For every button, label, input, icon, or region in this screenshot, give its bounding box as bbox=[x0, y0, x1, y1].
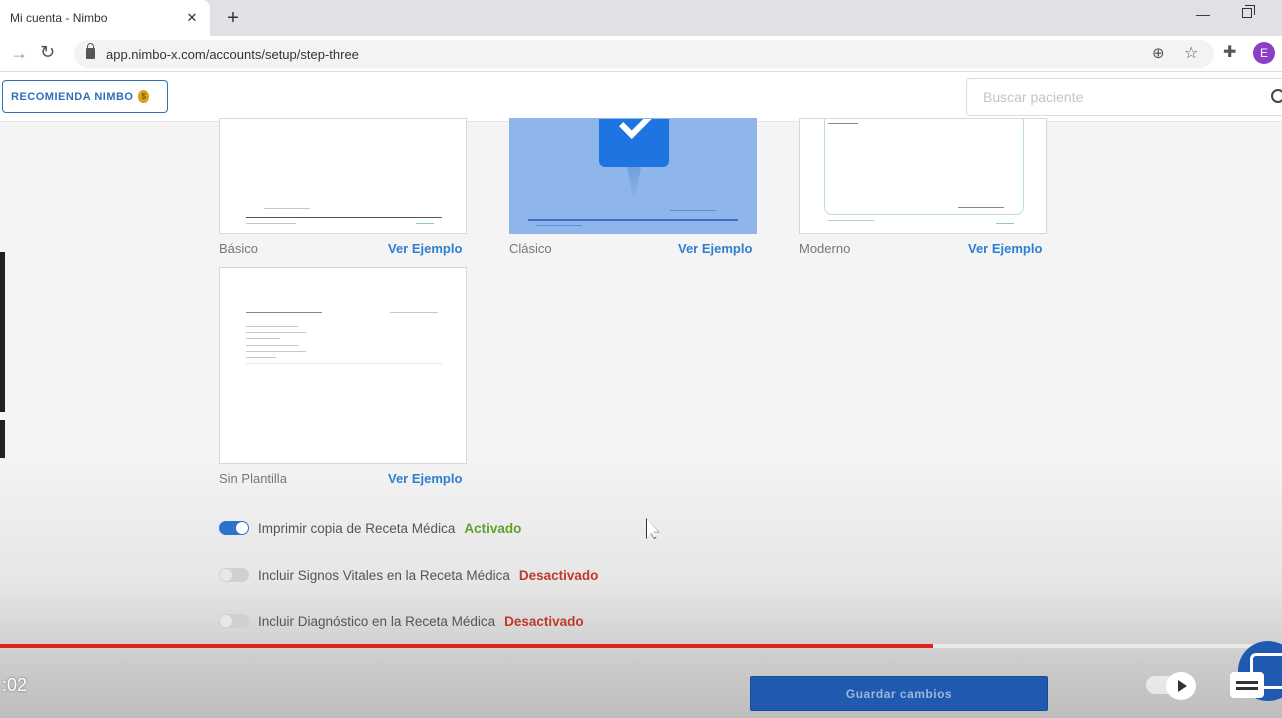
vital-signs-toggle[interactable] bbox=[219, 568, 249, 582]
left-edge-bar bbox=[0, 252, 5, 412]
option-status: Activado bbox=[464, 520, 522, 536]
content-area: Básico Ver Ejemplo Clásico Ver Ejemplo M… bbox=[0, 118, 1282, 718]
option-status: Desactivado bbox=[504, 613, 584, 629]
option-status: Desactivado bbox=[518, 567, 599, 583]
view-example-link[interactable]: Ver Ejemplo bbox=[678, 241, 752, 256]
money-bag-icon: $ bbox=[138, 90, 150, 103]
diagnosis-toggle[interactable] bbox=[219, 614, 249, 628]
template-none-preview[interactable] bbox=[219, 267, 467, 464]
video-progress-fill bbox=[0, 644, 934, 648]
address-bar[interactable]: app.nimbo-x.com/accounts/setup/step-thre… bbox=[74, 40, 1214, 68]
video-progress-bar[interactable] bbox=[0, 644, 1282, 648]
patient-search[interactable] bbox=[966, 78, 1282, 116]
extensions-icon[interactable]: ✚ bbox=[1223, 42, 1236, 62]
template-modern-preview[interactable] bbox=[799, 118, 1047, 234]
left-edge-bar bbox=[0, 420, 5, 458]
lock-icon bbox=[86, 43, 95, 59]
template-name: Clásico bbox=[509, 241, 552, 256]
video-time: :02 bbox=[2, 675, 28, 695]
bookmark-star-icon[interactable]: ☆ bbox=[1184, 43, 1198, 63]
template-name: Moderno bbox=[799, 241, 851, 256]
print-copy-toggle[interactable] bbox=[219, 521, 249, 535]
url-text: app.nimbo-x.com/accounts/setup/step-thre… bbox=[106, 47, 359, 62]
recommend-nimbo-button[interactable]: RECOMIENDA NIMBO $ bbox=[2, 80, 168, 113]
forward-icon[interactable]: → bbox=[10, 43, 28, 64]
search-icon[interactable] bbox=[1271, 89, 1282, 103]
option-diagnosis: Incluir Diagnóstico en la Receta Médica … bbox=[219, 611, 584, 631]
subtitles-icon[interactable] bbox=[1230, 672, 1264, 698]
zoom-icon[interactable]: ⊕ bbox=[1152, 44, 1165, 62]
patient-search-input[interactable] bbox=[983, 89, 1263, 105]
option-print-copy: Imprimir copia de Receta Médica Activado bbox=[219, 518, 521, 538]
template-name: Sin Plantilla bbox=[219, 471, 287, 486]
template-classic-preview[interactable] bbox=[509, 118, 757, 234]
view-example-link[interactable]: Ver Ejemplo bbox=[968, 241, 1042, 256]
browser-toolbar: → ↻ app.nimbo-x.com/accounts/setup/step-… bbox=[0, 36, 1282, 72]
recommend-label: RECOMIENDA NIMBO bbox=[11, 90, 134, 103]
restore-icon[interactable] bbox=[1242, 5, 1255, 18]
new-tab-icon[interactable]: + bbox=[222, 7, 244, 29]
option-label: Incluir Signos Vitales en la Receta Médi… bbox=[258, 567, 510, 583]
close-tab-icon[interactable]: ✕ bbox=[184, 10, 200, 26]
check-shadow bbox=[627, 167, 641, 203]
option-vital-signs: Incluir Signos Vitales en la Receta Médi… bbox=[219, 565, 598, 585]
save-changes-button[interactable]: Guardar cambios bbox=[750, 676, 1048, 711]
template-basic-preview[interactable] bbox=[219, 118, 467, 234]
app-header: RECOMIENDA NIMBO $ bbox=[0, 72, 1282, 122]
profile-avatar[interactable]: E bbox=[1253, 42, 1275, 64]
play-icon[interactable] bbox=[1166, 672, 1196, 700]
option-label: Incluir Diagnóstico en la Receta Médica bbox=[258, 613, 496, 629]
minimize-icon[interactable]: — bbox=[1196, 6, 1210, 22]
tab-title: Mi cuenta - Nimbo bbox=[10, 11, 108, 25]
selected-check-icon bbox=[599, 119, 669, 167]
view-example-link[interactable]: Ver Ejemplo bbox=[388, 241, 462, 256]
modern-frame bbox=[824, 119, 1024, 215]
template-name: Básico bbox=[219, 241, 259, 256]
reload-icon[interactable]: ↻ bbox=[40, 42, 55, 63]
browser-tab[interactable]: Mi cuenta - Nimbo ✕ bbox=[0, 0, 210, 36]
view-example-link[interactable]: Ver Ejemplo bbox=[388, 471, 462, 486]
browser-tab-bar: Mi cuenta - Nimbo ✕ + — bbox=[0, 0, 1282, 36]
option-label: Imprimir copia de Receta Médica bbox=[258, 520, 456, 536]
